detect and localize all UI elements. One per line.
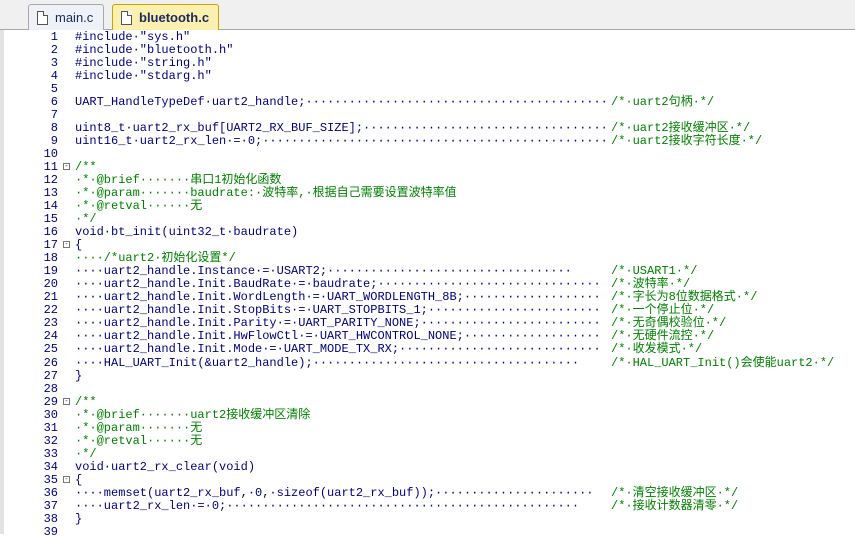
fold-toggle-icon[interactable]: - [63,241,70,249]
line-number: 4 [50,69,58,84]
line-number: 3 [50,56,58,71]
fold-toggle-icon[interactable]: - [63,475,70,483]
code-text: void·uart2_rx_clear(void) [75,459,256,474]
code-editor[interactable]: 1 #include·"sys.h" 2 #include·"bluetooth.h"… [0,30,855,539]
code-line[interactable]: 26 ····HAL_UART_Init(&uart2_handle);·····… [0,355,855,370]
fold-toggle-icon[interactable]: - [63,397,70,405]
code-comment: /*·uart2句柄·*/ [611,95,715,110]
code-text: UART_HandleTypeDef·uart2_handle;········… [75,95,608,110]
line-number: 29 [43,394,58,409]
code-text: ·*·@brief·······uart2接收缓冲区清除 [75,407,311,422]
code-text: void·bt_init(uint32_t·baudrate) [75,225,299,240]
code-line[interactable]: 31 ·*·@param·······无 [0,420,855,435]
line-number: 35 [43,472,58,487]
code-comment: /*·收发模式·*/ [611,342,703,357]
line-number: 31 [43,420,58,435]
code-line[interactable]: 6 UART_HandleTypeDef·uart2_handle;·······… [0,96,855,109]
code-line[interactable]: 14 ·*·@retval······无 [0,200,855,213]
code-text: /** [75,394,97,409]
code-line[interactable]: 9 uint16_t·uart2_rx_len·=·0;·············… [0,135,855,148]
code-text: } [75,511,83,526]
code-line[interactable]: 30 ·*·@brief·······uart2接收缓冲区清除 [0,407,855,422]
line-number: 7 [50,108,58,123]
code-text: ····memset(uart2_rx_buf,·0,·sizeof(uart2… [75,485,594,500]
code-text: ·*·@param·······无 [75,420,203,435]
line-number: 34 [43,459,58,474]
tab-main-c[interactable]: main.c [28,4,104,30]
fold-toggle-icon[interactable]: - [63,163,70,171]
line-number: 1 [50,30,58,44]
file-icon [121,10,132,25]
code-text: uint16_t·uart2_rx_len·=·0;··············… [75,134,608,149]
line-number: 37 [43,498,58,513]
tab-bluetooth-c[interactable]: bluetooth.c [112,4,219,30]
code-line[interactable]: 4 #include·"stdarg.h" [0,70,855,83]
code-line[interactable]: 33 ·*/ [0,446,855,461]
code-line[interactable]: 36 ····memset(uart2_rx_buf,·0,·sizeof(uar… [0,485,855,500]
tab-label: bluetooth.c [139,10,210,25]
code-text: ····uart2_rx_len·=·0;···················… [75,498,580,513]
line-number: 8 [50,121,58,136]
code-line[interactable]: 10 [0,148,855,161]
code-line[interactable]: 16 void·bt_init(uint32_t·baudrate) [0,226,855,239]
line-number: 26 [43,355,58,370]
code-comment: /*·清空接收缓冲区·*/ [611,485,739,500]
line-number: 38 [43,511,58,526]
code-text: { [75,472,83,487]
code-line[interactable]: 38} [0,511,855,526]
line-number: 30 [43,407,58,422]
line-number: 27 [43,368,58,383]
code-text: ·*·@retval······无 [75,433,203,448]
code-text: ····HAL_UART_Init(&uart2_handle);·······… [75,355,580,370]
line-number: 5 [50,82,58,97]
line-number: 33 [43,446,58,461]
line-number: 36 [43,485,58,500]
code-comment: /*·接收计数器清零·*/ [611,498,739,513]
code-comment: /*·uart2接收字符长度·*/ [611,134,763,149]
code-line[interactable]: 28 [0,381,855,396]
line-number: 25 [43,342,58,357]
code-line[interactable]: 25 ····uart2_handle.Init.Mode·=·UART_MODE… [0,343,855,356]
code-line[interactable]: 34 void·uart2_rx_clear(void) [0,459,855,474]
file-icon [37,10,48,25]
code-text: } [75,368,83,383]
code-line[interactable]: 32 ·*·@retval······无 [0,433,855,448]
line-number: 2 [50,43,58,58]
code-line[interactable]: 37 ····uart2_rx_len·=·0;·················… [0,498,855,513]
code-text: ·*/ [75,446,97,461]
code-line[interactable]: 29-/** [0,394,855,409]
line-number: 39 [43,524,58,539]
code-line[interactable]: 27} [0,368,855,383]
code-line[interactable]: 39 [0,524,855,539]
tab-label: main.c [55,10,94,25]
code-text: #include·"stdarg.h" [75,69,212,84]
code-line[interactable]: 35-{ [0,472,855,487]
code-comment: /*·HAL_UART_Init()会使能uart2·*/ [611,355,835,370]
code-text: ····uart2_handle.Init.Mode·=·UART_MODE_T… [75,342,601,357]
line-number: 32 [43,433,58,448]
line-number: 6 [50,95,58,110]
line-number: 28 [43,381,58,396]
tab-bar: main.c bluetooth.c [0,0,855,30]
